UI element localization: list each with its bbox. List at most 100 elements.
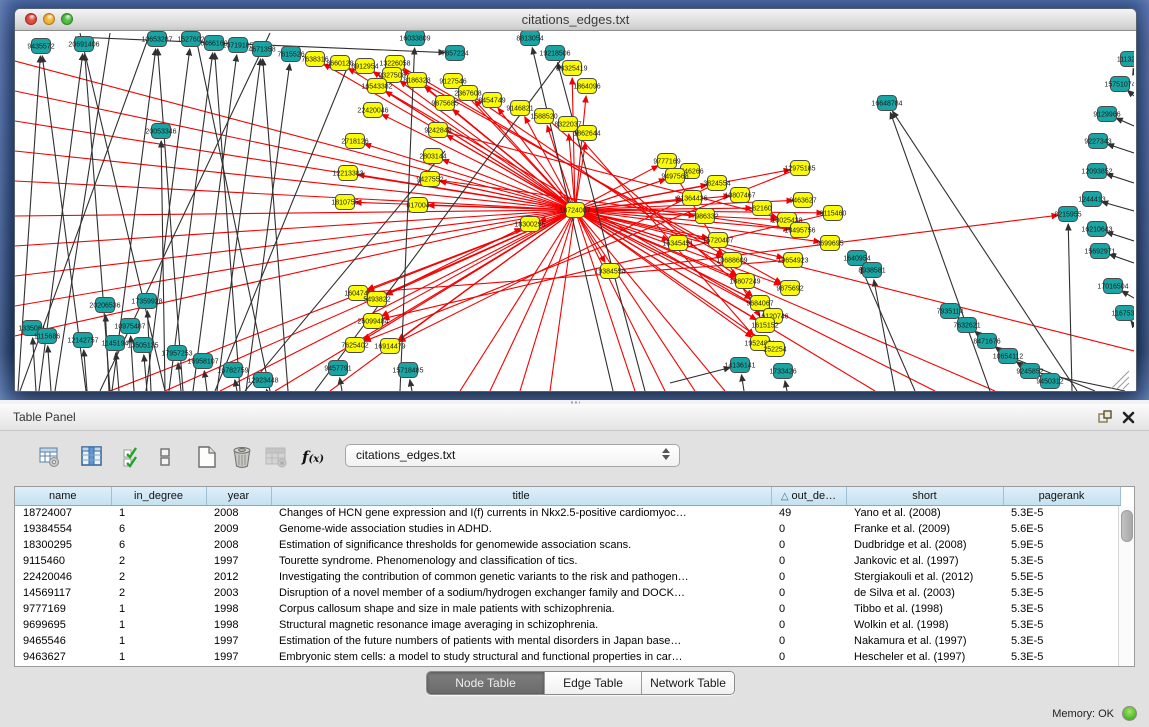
table-cell-in_degree[interactable]: 1: [111, 601, 206, 617]
table-cell-out_degree[interactable]: 0: [771, 585, 846, 601]
table-row[interactable]: 1872400712008Changes of HCN gene express…: [15, 505, 1120, 521]
table-cell-short[interactable]: Stergiakouli et al. (2012): [846, 569, 1003, 585]
table-cell-short[interactable]: de Silva et al. (2003): [846, 585, 1003, 601]
table-cell-name[interactable]: 9115460: [15, 553, 111, 569]
graph-node[interactable]: 9463627: [789, 193, 816, 208]
graph-node[interactable]: 13325419: [556, 61, 587, 76]
graph-node[interactable]: 12142757: [67, 333, 98, 348]
table-cell-name[interactable]: 19384554: [15, 521, 111, 537]
graph-edge[interactable]: [33, 338, 36, 391]
table-cell-in_degree[interactable]: 6: [111, 521, 206, 537]
graph-node[interactable]: 8186328: [403, 73, 430, 88]
graph-edge[interactable]: [15, 210, 575, 336]
column-header-year[interactable]: year: [206, 487, 271, 505]
graph-node[interactable]: 1615152: [751, 318, 778, 333]
table-cell-pagerank[interactable]: 5.3E-5: [1003, 649, 1120, 665]
graph-node[interactable]: 2803144: [419, 149, 446, 164]
graph-node[interactable]: 7986332: [691, 209, 718, 224]
table-cell-title[interactable]: Embryonic stem cells: a model to study s…: [271, 649, 771, 665]
graph-node[interactable]: 8215955: [1054, 207, 1081, 222]
graph-node[interactable]: 7857224: [441, 46, 468, 61]
table-cell-pagerank[interactable]: 5.6E-5: [1003, 521, 1120, 537]
tab-node-table[interactable]: Node Table: [427, 672, 545, 694]
graph-node[interactable]: 1113205: [1117, 52, 1134, 67]
table-cell-title[interactable]: Investigating the contribution of common…: [271, 569, 771, 585]
graph-node[interactable]: 9875692: [776, 281, 803, 296]
graph-node[interactable]: 15692971: [1084, 244, 1115, 259]
graph-node[interactable]: 8660128: [326, 56, 353, 71]
graph-node[interactable]: 9450312: [1036, 374, 1063, 389]
table-cell-name[interactable]: 9463627: [15, 649, 111, 665]
graph-edge[interactable]: [364, 210, 575, 340]
graph-node[interactable]: 9242848: [424, 123, 451, 138]
table-cell-short[interactable]: Hescheler et al. (1997): [846, 649, 1003, 665]
graph-node[interactable]: 19218506: [539, 46, 570, 61]
table-cell-name[interactable]: 9465546: [15, 633, 111, 649]
table-cell-title[interactable]: Structural magnetic resonance image aver…: [271, 617, 771, 633]
graph-edge[interactable]: [386, 210, 575, 295]
graph-node[interactable]: 1167533: [1112, 306, 1134, 321]
graph-edge[interactable]: [575, 210, 1134, 351]
graph-edge[interactable]: [442, 160, 575, 210]
float-panel-button[interactable]: [1097, 409, 1113, 425]
graph-edge[interactable]: [400, 48, 415, 391]
graph-node[interactable]: 26099484: [357, 314, 388, 329]
graph-node[interactable]: 817004: [406, 198, 429, 213]
table-row[interactable]: 1830029562008Estimation of significance …: [15, 537, 1120, 553]
graph-edge[interactable]: [266, 389, 267, 391]
graph-edge[interactable]: [377, 228, 521, 299]
table-row[interactable]: 946554611997Estimation of the future num…: [15, 633, 1120, 649]
table-cell-out_degree[interactable]: 0: [771, 537, 846, 553]
graph-edge[interactable]: [670, 367, 730, 383]
table-cell-short[interactable]: Wolkin et al. (1998): [846, 617, 1003, 633]
scrollbar-thumb[interactable]: [1121, 510, 1133, 542]
graph-node[interactable]: 5493822: [363, 292, 390, 307]
graph-edge[interactable]: [1068, 224, 1072, 391]
table-selector[interactable]: citations_edges.txt: [345, 444, 680, 467]
table-cell-name[interactable]: 14569117: [15, 585, 111, 601]
graph-node[interactable]: 9497568: [661, 169, 688, 184]
graph-node[interactable]: 9699695: [816, 236, 843, 251]
graph-node[interactable]: 9227343: [1084, 134, 1111, 149]
table-cell-out_degree[interactable]: 49: [771, 505, 846, 521]
table-row[interactable]: 969969511998Structural magnetic resonanc…: [15, 617, 1120, 633]
graph-node[interactable]: 7615526: [277, 47, 304, 62]
graph-edge[interactable]: [144, 355, 147, 391]
network-window-titlebar[interactable]: citations_edges.txt: [15, 9, 1136, 31]
table-cell-year[interactable]: 1997: [206, 553, 271, 569]
graph-node[interactable]: 2718126: [341, 134, 368, 149]
graph-edge[interactable]: [1116, 118, 1134, 126]
select-columns-button[interactable]: [120, 444, 146, 470]
table-cell-pagerank[interactable]: 5.3E-5: [1003, 601, 1120, 617]
graph-node[interactable]: 8454749: [478, 93, 505, 108]
delete-table-button[interactable]: [229, 444, 255, 470]
table-row[interactable]: 911546021997Tourette syndrome. Phenomeno…: [15, 553, 1120, 569]
table-cell-pagerank[interactable]: 5.3E-5: [1003, 585, 1120, 601]
table-cell-name[interactable]: 18724007: [15, 505, 111, 521]
table-cell-short[interactable]: Tibbo et al. (1998): [846, 601, 1003, 617]
table-cell-pagerank[interactable]: 5.9E-5: [1003, 537, 1120, 553]
graph-node[interactable]: 19654923: [777, 253, 808, 268]
graph-edge[interactable]: [1109, 254, 1134, 263]
tab-network-table[interactable]: Network Table: [642, 672, 734, 694]
table-cell-pagerank[interactable]: 5.5E-5: [1003, 569, 1120, 585]
table-row[interactable]: 1456911722003Disruption of a novel membe…: [15, 585, 1120, 601]
graph-node[interactable]: 8471676: [973, 334, 1000, 349]
graph-edge[interactable]: [15, 151, 575, 210]
column-header-title[interactable]: title: [271, 487, 771, 505]
table-cell-title[interactable]: Estimation of significance thresholds fo…: [271, 537, 771, 553]
graph-node[interactable]: 1115686: [34, 329, 60, 344]
table-cell-pagerank[interactable]: 5.3E-5: [1003, 617, 1120, 633]
graph-edge[interactable]: [520, 210, 575, 391]
graph-node[interactable]: 12213383: [332, 166, 363, 181]
table-cell-short[interactable]: Dudbridge et al. (2008): [846, 537, 1003, 553]
table-cell-in_degree[interactable]: 2: [111, 553, 206, 569]
graph-node[interactable]: 9129966: [1093, 107, 1120, 122]
table-cell-pagerank[interactable]: 5.3E-5: [1003, 505, 1120, 521]
table-cell-name[interactable]: 9777169: [15, 601, 111, 617]
graph-node[interactable]: 82160: [752, 201, 772, 216]
column-header-pagerank[interactable]: pagerank: [1003, 487, 1120, 505]
graph-node[interactable]: 16210643: [1081, 222, 1112, 237]
graph-node[interactable]: 4671358: [248, 42, 275, 57]
graph-edge[interactable]: [235, 380, 237, 391]
